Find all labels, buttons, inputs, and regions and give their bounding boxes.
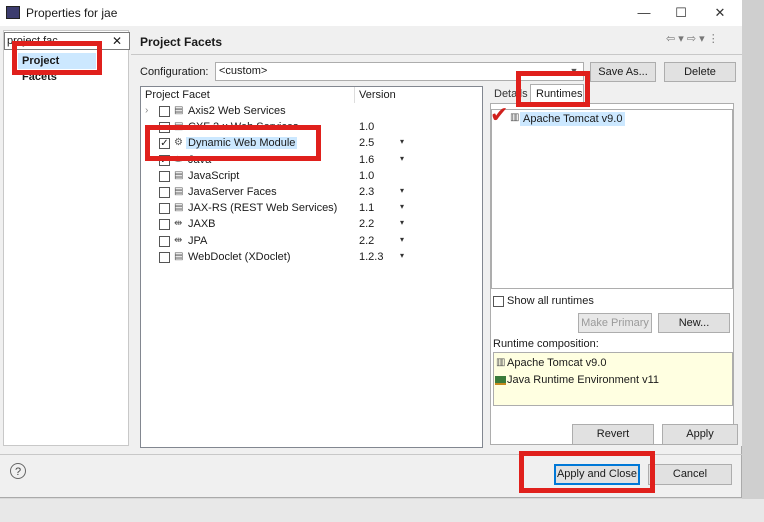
facet-version: 1.2.3 [359,251,384,263]
version-dropdown-icon[interactable]: ▾ [400,137,404,146]
help-icon[interactable]: ? [10,463,26,479]
checkmark-icon[interactable]: ✔ [490,104,508,126]
facet-version: 1.0 [359,170,375,182]
facet-label: WebDoclet (XDoclet) [188,251,291,263]
show-all-runtimes-checkbox[interactable] [493,296,504,307]
category-tree [3,30,129,446]
facet-icon: ▤ [174,186,184,197]
version-dropdown-icon[interactable]: ▾ [400,235,404,244]
facet-row[interactable]: › ▤ Axis2 Web Services [143,104,463,120]
facet-label: JAX-RS (REST Web Services) [188,202,338,214]
facet-version: 2.2 [359,218,375,230]
new-runtime-button[interactable]: New... [658,313,730,333]
facet-version: 2.2 [359,235,375,247]
facet-checkbox[interactable] [159,219,170,230]
column-header-version: Version [359,89,396,101]
close-button[interactable]: ✕ [702,2,738,24]
facet-row[interactable]: ⇹ JPA 2.2 ▾ [143,234,463,250]
composition-item: Java Runtime Environment v11 [507,374,660,386]
facet-version: 2.3 [359,186,375,198]
background-strip [0,499,764,522]
facet-version: 1.0 [359,121,375,133]
facet-icon: ⇹ [174,235,183,246]
runtimes-list [491,109,733,289]
version-dropdown-icon[interactable]: ▾ [400,251,404,260]
minimize-button[interactable]: — [626,2,662,24]
version-dropdown-icon[interactable]: ▾ [400,154,404,163]
facet-version: 1.1 [359,202,375,214]
cancel-button[interactable]: Cancel [648,464,732,485]
background-window [742,0,764,522]
window-title: Properties for jae [26,6,118,20]
annotation-box-dynamic-web-module [145,125,321,161]
page-title: Project Facets [140,35,223,49]
facet-checkbox[interactable] [159,236,170,247]
show-all-runtimes-label: Show all runtimes [507,295,594,307]
facet-icon: ▤ [174,105,184,116]
facet-version: 2.5 [359,137,375,149]
annotation-box-runtimes-tab [516,71,590,107]
annotation-box-tree-item [12,41,102,75]
version-dropdown-icon[interactable]: ▾ [400,202,404,211]
navigation-arrows-icon[interactable]: ⇦ ▾ ⇨ ▾ ⋮ [666,32,719,45]
facet-row[interactable]: ▤ JavaScript 1.0 [143,169,463,185]
facet-row[interactable]: ⇹ JAXB 2.2 ▾ [143,217,463,233]
facet-version: 1.6 [359,154,375,166]
library-icon [495,376,506,385]
expand-chevron-icon[interactable]: › [145,105,148,116]
version-dropdown-icon[interactable]: ▾ [400,186,404,195]
header-divider [131,54,742,55]
runtime-composition-label: Runtime composition: [493,338,599,350]
facet-label: JPA [188,235,208,247]
facet-row[interactable]: ▤ WebDoclet (XDoclet) 1.2.3 ▾ [143,250,463,266]
apply-button[interactable]: Apply [662,424,738,445]
revert-button[interactable]: Revert [572,424,654,445]
delete-button[interactable]: Delete [664,62,736,82]
facet-checkbox[interactable] [159,252,170,263]
facet-icon: ▤ [174,251,184,262]
annotation-box-apply-and-close [519,451,655,493]
facet-row[interactable]: ▤ JAX-RS (REST Web Services) 1.1 ▾ [143,201,463,217]
maximize-button[interactable]: ☐ [663,2,699,24]
window-icon [6,6,20,19]
facet-checkbox[interactable] [159,203,170,214]
facet-label: JavaScript [188,170,240,182]
configuration-label: Configuration: [140,66,209,78]
facet-label: JAXB [188,218,216,230]
make-primary-button[interactable]: Make Primary [578,313,652,333]
runtime-item[interactable]: Apache Tomcat v9.0 [520,112,626,126]
column-header-facet: Project Facet [145,89,210,101]
facet-icon: ▤ [174,202,184,213]
facet-icon: ▤ [174,170,184,181]
server-icon: ▥ [510,112,520,123]
facet-icon: ⇹ [174,218,183,229]
column-divider [354,87,355,103]
save-as-button[interactable]: Save As... [590,62,656,82]
facet-checkbox[interactable] [159,171,170,182]
facet-label: Axis2 Web Services [188,105,286,117]
version-dropdown-icon[interactable]: ▾ [400,218,404,227]
facet-label: JavaServer Faces [188,186,277,198]
facet-row[interactable]: ▤ JavaServer Faces 2.3 ▾ [143,185,463,201]
server-icon: ▥ [496,357,506,368]
composition-item: Apache Tomcat v9.0 [507,357,607,369]
facet-checkbox[interactable] [159,106,170,117]
facet-checkbox[interactable] [159,187,170,198]
clear-filter-icon[interactable]: ✕ [110,34,124,48]
